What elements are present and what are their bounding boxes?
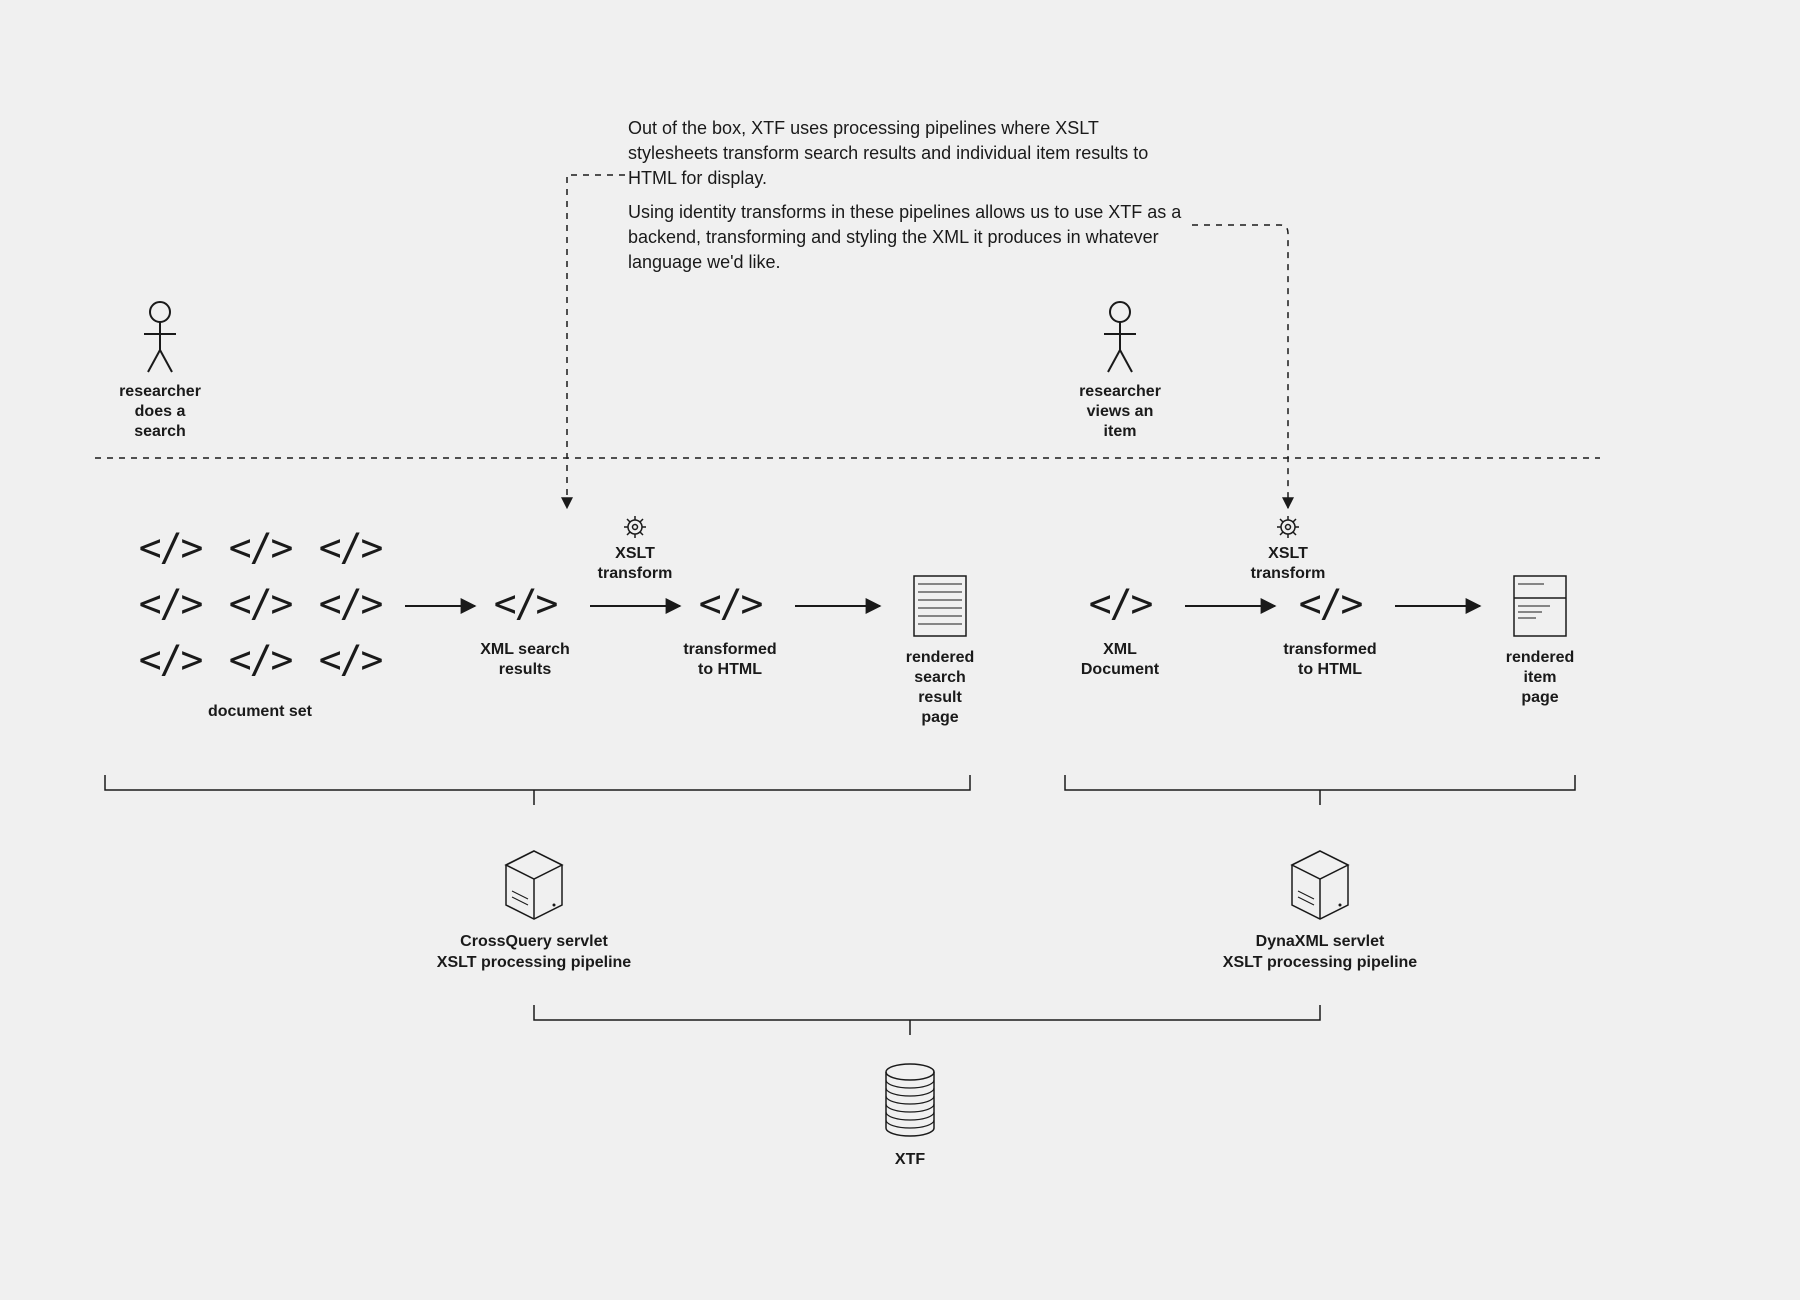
dynaxml-servlet-label: DynaXML servlet XSLT processing pipeline — [1180, 932, 1460, 974]
xslt-transform-left-label: XSLT transform — [575, 544, 695, 584]
xml-search-results-icon — [494, 582, 558, 626]
transformed-right-icon — [1299, 582, 1363, 626]
researcher-view-icon — [1104, 302, 1136, 372]
dynaxml-servlet-icon — [1292, 851, 1348, 919]
xml-document-icon — [1089, 582, 1153, 626]
researcher-search-icon — [144, 302, 176, 372]
xml-document-label: XML Document — [1060, 640, 1180, 680]
document-set-label: document set — [160, 702, 360, 723]
xtf-label: XTF — [870, 1150, 950, 1171]
xml-search-results-label: XML search results — [460, 640, 590, 680]
rendered-left-label: rendered search result page — [880, 648, 1000, 728]
rendered-right-label: rendered item page — [1480, 648, 1600, 708]
transformed-left-icon — [699, 582, 763, 626]
transformed-right-label: transformed to HTML — [1265, 640, 1395, 680]
xslt-gear-left-icon — [624, 516, 646, 538]
xslt-transform-right-label: XSLT transform — [1228, 544, 1348, 584]
diagram-canvas: Out of the box, XTF uses processing pipe… — [0, 0, 1800, 1300]
crossquery-servlet-icon — [506, 851, 562, 919]
xslt-gear-right-icon — [1277, 516, 1299, 538]
crossquery-servlet-label: CrossQuery servlet XSLT processing pipel… — [394, 932, 674, 974]
document-set-grid — [139, 526, 383, 682]
researcher-search-label: researcher does a search — [100, 382, 220, 442]
researcher-view-label: researcher views an item — [1060, 382, 1180, 442]
rendered-list-page-icon — [914, 576, 966, 636]
transformed-left-label: transformed to HTML — [665, 640, 795, 680]
rendered-item-page-icon — [1514, 576, 1566, 636]
xtf-db-icon — [886, 1064, 934, 1136]
